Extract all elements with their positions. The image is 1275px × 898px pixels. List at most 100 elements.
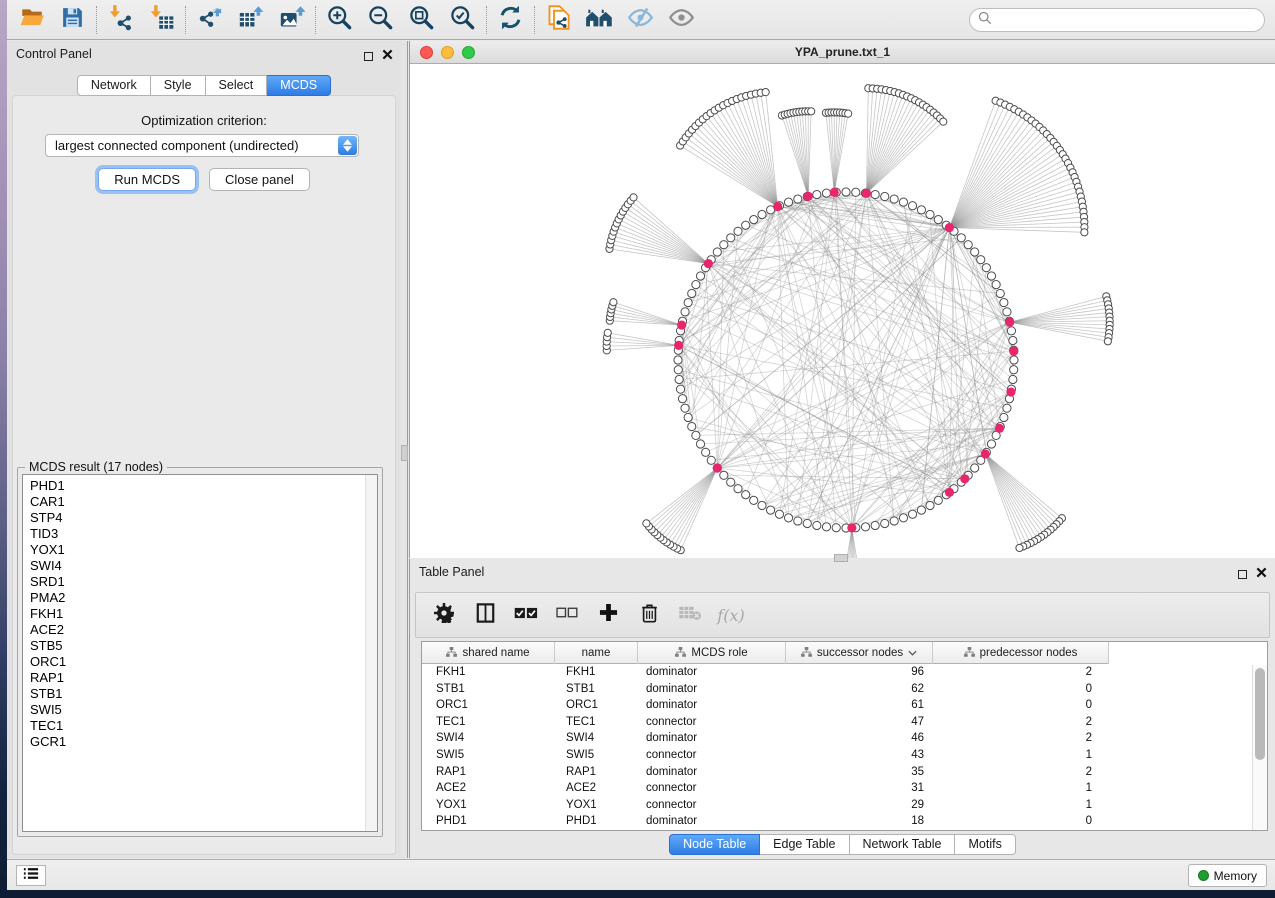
vertical-splitter[interactable] xyxy=(401,41,408,858)
toolbar-separator xyxy=(534,6,535,34)
horizontal-splitter-grip[interactable] xyxy=(834,554,848,562)
result-node-item[interactable]: TID3 xyxy=(30,526,377,542)
table-scrollbar-thumb[interactable] xyxy=(1255,668,1265,760)
tab-network[interactable]: Network xyxy=(77,75,151,96)
zoom-in-button[interactable] xyxy=(319,3,360,37)
task-history-button[interactable] xyxy=(16,865,46,886)
tab-node-table[interactable]: Node Table xyxy=(669,834,760,855)
column-header-predecessor-nodes[interactable]: predecessor nodes xyxy=(933,642,1109,664)
result-node-item[interactable]: GCR1 xyxy=(30,734,377,750)
result-list-scrollbar[interactable] xyxy=(365,475,377,831)
table-row[interactable]: TEC1TEC1connector472 xyxy=(422,714,1267,731)
zoom-out-button[interactable] xyxy=(360,3,401,37)
table-panel-header: Table Panel xyxy=(410,559,1275,585)
export-network-button[interactable] xyxy=(189,3,230,37)
import-network-button[interactable] xyxy=(100,3,141,37)
table-cell: ACE2 xyxy=(422,780,555,797)
result-node-item[interactable]: FKH1 xyxy=(30,606,377,622)
table-row[interactable]: RAP1RAP1dominator352 xyxy=(422,764,1267,781)
table-cell: 35 xyxy=(786,764,933,781)
result-node-item[interactable]: PHD1 xyxy=(30,478,377,494)
table-cell: 61 xyxy=(786,697,933,714)
delete-table-button[interactable] xyxy=(678,603,702,627)
search-input[interactable] xyxy=(997,13,1264,27)
table-tabs: Node TableEdge TableNetwork TableMotifs xyxy=(410,834,1275,855)
import-table-button[interactable] xyxy=(141,3,182,37)
tab-mcds[interactable]: MCDS xyxy=(267,75,331,96)
tab-edge-table[interactable]: Edge Table xyxy=(760,834,849,855)
zoom-selected-button[interactable] xyxy=(442,3,483,37)
tab-motifs[interactable]: Motifs xyxy=(955,834,1015,855)
float-panel-icon[interactable] xyxy=(364,52,373,61)
select-all-checkboxes-button[interactable] xyxy=(514,603,538,627)
main-toolbar xyxy=(7,0,1275,40)
function-builder-button[interactable]: f(x) xyxy=(719,603,743,627)
tab-select[interactable]: Select xyxy=(206,75,268,96)
table-row[interactable]: YOX1YOX1connector291 xyxy=(422,797,1267,814)
table-row[interactable]: SWI4SWI4dominator462 xyxy=(422,730,1267,747)
save-session-button[interactable] xyxy=(52,3,93,37)
result-node-item[interactable]: STB1 xyxy=(30,686,377,702)
table-row[interactable]: ACE2ACE2connector311 xyxy=(422,780,1267,797)
open-file-button[interactable] xyxy=(11,3,52,37)
zoom-fit-button[interactable] xyxy=(401,3,442,37)
table-row[interactable]: ORC1ORC1dominator610 xyxy=(422,697,1267,714)
toolbar-separator xyxy=(486,6,487,34)
result-node-item[interactable]: STB5 xyxy=(30,638,377,654)
table-row[interactable]: STB1STB1dominator620 xyxy=(422,681,1267,698)
table-columns-button[interactable] xyxy=(473,603,497,627)
network-canvas[interactable] xyxy=(410,64,1275,558)
mcds-result-group-title: MCDS result (17 nodes) xyxy=(25,460,167,474)
table-cell: PHD1 xyxy=(555,813,638,830)
duplicate-network-button[interactable] xyxy=(538,3,579,37)
table-scrollbar[interactable] xyxy=(1252,665,1267,830)
tab-style[interactable]: Style xyxy=(151,75,206,96)
close-panel-button[interactable]: Close panel xyxy=(209,168,310,191)
result-node-item[interactable]: SRD1 xyxy=(30,574,377,590)
result-node-item[interactable]: TEC1 xyxy=(30,718,377,734)
hide-selected-button[interactable] xyxy=(620,3,661,37)
network-graph[interactable] xyxy=(410,64,1275,558)
run-mcds-button[interactable]: Run MCDS xyxy=(98,168,196,191)
column-header-shared-name[interactable]: shared name xyxy=(422,642,555,664)
result-node-item[interactable]: YOX1 xyxy=(30,542,377,558)
table-cell: 29 xyxy=(786,797,933,814)
result-node-item[interactable]: SWI4 xyxy=(30,558,377,574)
refresh-icon xyxy=(497,4,524,36)
table-settings-button[interactable] xyxy=(432,603,456,627)
result-node-item[interactable]: CAR1 xyxy=(30,494,377,510)
float-panel-icon[interactable] xyxy=(1238,570,1247,579)
table-row[interactable]: FKH1FKH1dominator962 xyxy=(422,664,1267,681)
result-node-item[interactable]: STP4 xyxy=(30,510,377,526)
result-node-item[interactable]: PMA2 xyxy=(30,590,377,606)
table-cell: 47 xyxy=(786,714,933,731)
splitter-grip[interactable] xyxy=(401,445,408,461)
table-cell: ORC1 xyxy=(422,697,555,714)
result-node-item[interactable]: ORC1 xyxy=(30,654,377,670)
column-header-successor-nodes[interactable]: successor nodes xyxy=(786,642,933,664)
export-table-button[interactable] xyxy=(230,3,271,37)
tab-network-table[interactable]: Network Table xyxy=(850,834,956,855)
close-panel-icon[interactable] xyxy=(1256,565,1267,583)
criterion-select[interactable]: largest connected component (undirected) xyxy=(45,134,359,157)
result-node-item[interactable]: RAP1 xyxy=(30,670,377,686)
export-image-button[interactable] xyxy=(271,3,312,37)
table-cell: SWI5 xyxy=(555,747,638,764)
show-all-button[interactable] xyxy=(661,3,702,37)
column-header-name[interactable]: name xyxy=(555,642,638,664)
columns-icon xyxy=(476,603,495,628)
table-row[interactable]: PHD1PHD1dominator180 xyxy=(422,813,1267,830)
table-cell: 2 xyxy=(933,730,1109,747)
memory-button[interactable]: Memory xyxy=(1188,864,1267,887)
first-neighbors-button[interactable] xyxy=(579,3,620,37)
column-header-MCDS-role[interactable]: MCDS role xyxy=(638,642,786,664)
close-panel-icon[interactable] xyxy=(382,47,393,65)
delete-row-button[interactable] xyxy=(637,603,661,627)
result-node-item[interactable]: ACE2 xyxy=(30,622,377,638)
add-row-button[interactable] xyxy=(596,603,620,627)
table-row[interactable]: SWI5SWI5connector431 xyxy=(422,747,1267,764)
refresh-view-button[interactable] xyxy=(490,3,531,37)
deselect-all-checkboxes-button[interactable] xyxy=(555,603,579,627)
result-node-item[interactable]: SWI5 xyxy=(30,702,377,718)
table-cell: 1 xyxy=(933,780,1109,797)
